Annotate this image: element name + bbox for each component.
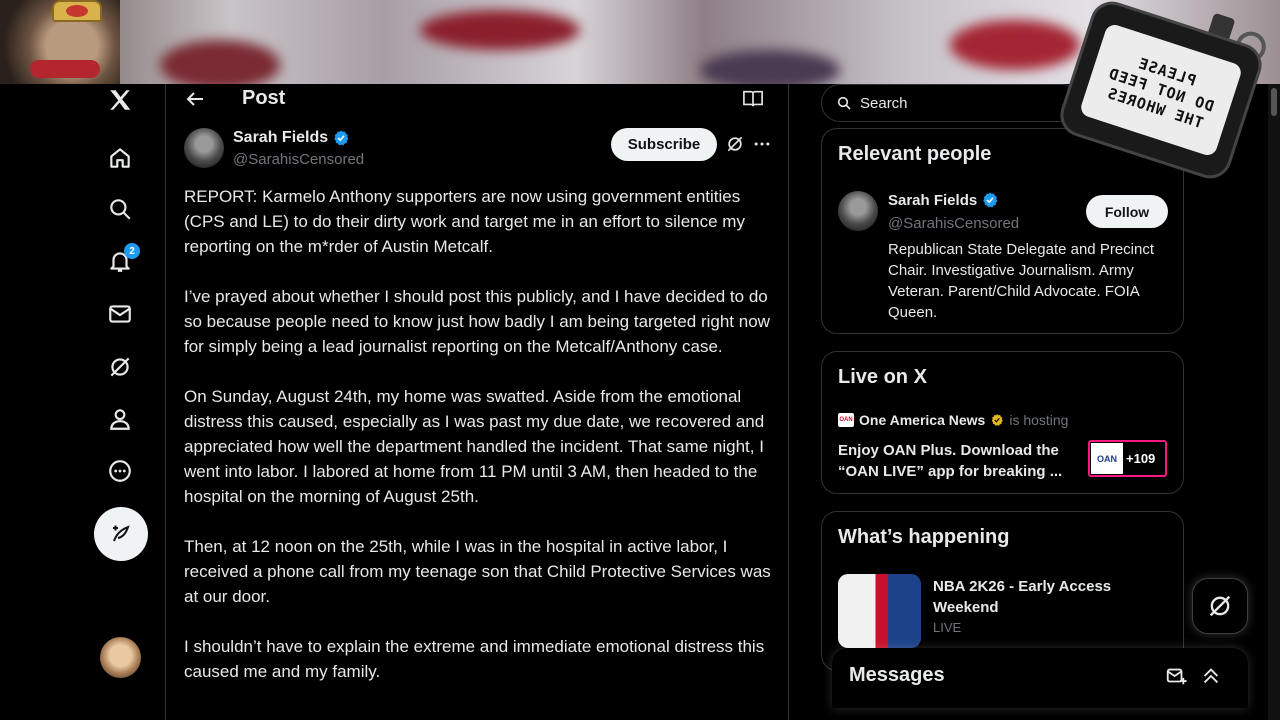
live-host-label: is hosting <box>1009 412 1069 428</box>
author-avatar[interactable] <box>184 128 224 168</box>
scrollbar[interactable] <box>1268 84 1280 720</box>
gold-verified-icon <box>992 414 1004 426</box>
relevant-people-card: Relevant people Sarah Fields @SarahisCen… <box>821 128 1184 334</box>
back-arrow-icon[interactable] <box>183 87 207 111</box>
live-description: Enjoy OAN Plus. Download the “OAN LIVE” … <box>838 442 1063 480</box>
relevant-person-avatar[interactable] <box>838 191 878 231</box>
search-icon <box>837 96 851 110</box>
more-options-icon[interactable] <box>752 134 772 154</box>
relevant-person-name-row[interactable]: Sarah Fields <box>888 191 999 209</box>
compose-button[interactable] <box>94 507 148 561</box>
page-title: Post <box>242 87 286 109</box>
post-paragraph: I shouldn’t have to explain the extreme … <box>184 637 765 681</box>
cat-avatar-overlay <box>0 0 120 84</box>
live-thumbnail[interactable]: OAN +109 <box>1088 440 1167 477</box>
main-column: Post Sarah Fields @SarahisCensored Subsc… <box>167 84 789 720</box>
follow-button[interactable]: Follow <box>1086 195 1168 228</box>
grok-icon[interactable] <box>725 134 745 154</box>
search-input[interactable] <box>860 94 1060 112</box>
live-title: Live on X <box>838 366 927 388</box>
whats-happening-title: What’s happening <box>838 526 1010 548</box>
author-name-row[interactable]: Sarah Fields <box>233 129 350 147</box>
relevant-people-title: Relevant people <box>838 143 992 165</box>
author-name[interactable]: Sarah Fields <box>233 129 328 147</box>
trend-thumbnail[interactable] <box>838 574 921 648</box>
search-icon[interactable] <box>94 183 146 235</box>
grok-icon[interactable] <box>94 341 146 393</box>
trend-title[interactable]: NBA 2K26 - Early Access Weekend <box>933 576 1163 618</box>
new-message-icon[interactable] <box>1165 665 1187 687</box>
post-paragraph: REPORT: Karmelo Anthony supporters are n… <box>184 187 745 256</box>
profile-icon[interactable] <box>94 393 146 445</box>
x-logo-icon[interactable] <box>94 74 146 126</box>
verified-badge-icon <box>334 130 349 146</box>
notification-badge: 2 <box>124 243 140 259</box>
live-card[interactable]: Live on X OAN One America News is hostin… <box>821 351 1184 494</box>
search-box[interactable] <box>821 84 1081 122</box>
grok-floating-button[interactable] <box>1192 578 1248 634</box>
relevant-person-bio: Republican State Delegate and Precinct C… <box>888 241 1155 321</box>
messages-title: Messages <box>849 664 945 686</box>
post-text: REPORT: Karmelo Anthony supporters are n… <box>184 184 774 709</box>
account-avatar[interactable] <box>100 637 141 678</box>
relevant-person-handle[interactable]: @SarahisCensored <box>888 215 1019 232</box>
relevant-person-name[interactable]: Sarah Fields <box>888 192 977 209</box>
verified-badge-icon <box>983 192 998 208</box>
post-header: Post <box>167 84 789 114</box>
author-handle[interactable]: @SarahisCensored <box>233 151 364 168</box>
chevron-up-icon[interactable] <box>1200 665 1222 687</box>
messages-drawer[interactable]: Messages <box>832 648 1248 708</box>
subscribe-button[interactable]: Subscribe <box>611 128 717 161</box>
grok-icon <box>1209 595 1231 617</box>
compose-icon <box>113 525 130 542</box>
more-circle-icon[interactable] <box>94 445 146 497</box>
live-host-name: One America News <box>859 412 986 428</box>
left-nav: 2 <box>0 84 166 720</box>
mail-icon[interactable] <box>94 288 146 340</box>
home-icon[interactable] <box>94 132 146 184</box>
post-paragraph: On Sunday, August 24th, my home was swat… <box>184 387 765 506</box>
post-paragraph: Then, at 12 noon on the 25th, while I wa… <box>184 537 771 606</box>
whats-happening-card: What’s happening NBA 2K26 - Early Access… <box>821 511 1184 671</box>
post-paragraph: I’ve prayed about whether I should post … <box>184 287 770 356</box>
trend-status: LIVE <box>933 620 962 635</box>
oan-thumb-logo: OAN <box>1091 443 1123 474</box>
listener-count: +109 <box>1126 451 1156 466</box>
oan-logo-icon: OAN <box>838 413 854 427</box>
live-host-row: OAN One America News is hosting <box>838 412 1068 428</box>
reader-mode-icon[interactable] <box>742 89 764 109</box>
bell-icon[interactable]: 2 <box>94 235 146 287</box>
